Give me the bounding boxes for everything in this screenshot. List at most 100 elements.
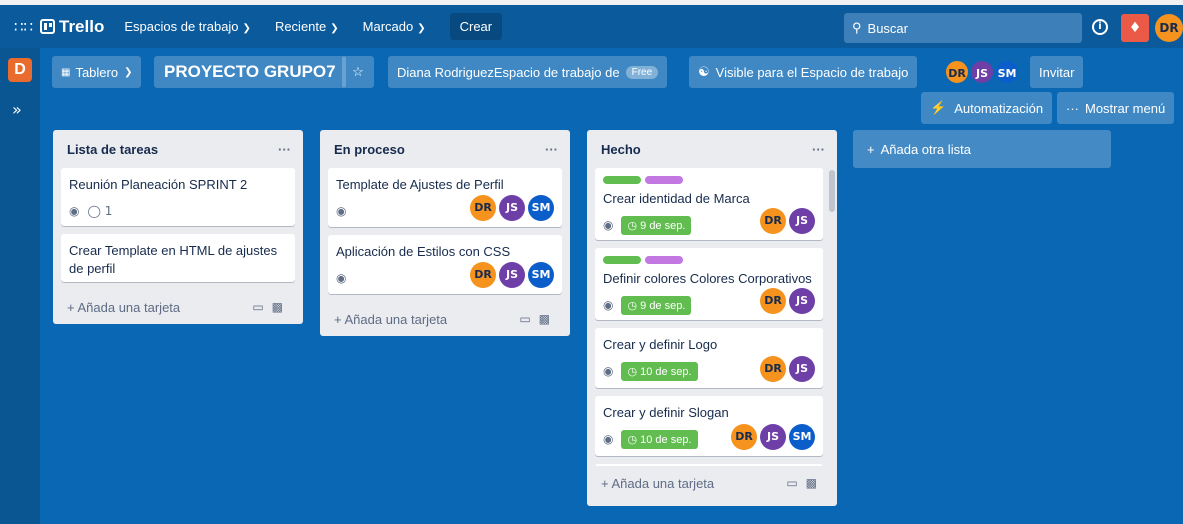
card[interactable]: Aplicación de Estilos con CSS ◉ DR JS SM	[328, 235, 562, 294]
nav-starred[interactable]: Marcado ❯	[363, 19, 426, 34]
nav-workspaces[interactable]: Espacios de trabajo ❯	[124, 19, 251, 34]
automation-button[interactable]: ⚡ Automatización	[921, 92, 1053, 124]
comment-count: 1	[104, 204, 113, 218]
trello-logo-icon	[40, 19, 55, 34]
board-member-avatar[interactable]: SM	[994, 59, 1020, 85]
board-title[interactable]: PROYECTO GRUPO7	[154, 56, 346, 88]
member-avatar[interactable]: DR	[760, 288, 786, 314]
list-header[interactable]: Lista de tareas ···	[53, 130, 303, 168]
member-avatar[interactable]: JS	[760, 424, 786, 450]
member-avatar[interactable]: DR	[470, 262, 496, 288]
card[interactable]: Template de Ajustes de Perfil ◉ DR JS SM	[328, 168, 562, 227]
member-avatar[interactable]: JS	[499, 262, 525, 288]
chevron-down-icon: ❯	[242, 23, 251, 34]
watching-eye-icon: ◉	[336, 204, 347, 218]
board-view-label: Tablero	[75, 64, 119, 80]
card-members: DR JS	[760, 356, 815, 382]
list-header[interactable]: En proceso ···	[320, 130, 570, 168]
member-avatar[interactable]: JS	[789, 208, 815, 234]
add-list-button[interactable]: + Añada otra lista	[853, 130, 1111, 168]
card-title: Reunión Planeación SPRINT 2	[69, 177, 248, 192]
due-date-badge[interactable]: ◷ 9 de sep.	[621, 295, 692, 315]
create-button[interactable]: Crear	[449, 13, 503, 40]
list-title[interactable]: Hecho	[601, 142, 641, 157]
plan-badge: Free	[625, 65, 659, 79]
card[interactable]: Crear identidad de Marca ◉ ◷ 9 de sep. D…	[595, 168, 823, 240]
member-avatar[interactable]: DR	[731, 424, 757, 450]
nav-starred-label: Marcado	[362, 19, 414, 34]
star-board-button[interactable]: ☆	[342, 56, 374, 88]
card-title: Crear y definir Logo	[603, 337, 718, 352]
info-icon[interactable]: i	[1092, 19, 1108, 35]
list-scrollbar[interactable]	[829, 170, 835, 212]
star-icon: ☆	[352, 64, 364, 79]
watching-eye-icon: ◉	[336, 271, 347, 285]
member-avatar[interactable]: SM	[528, 262, 554, 288]
card[interactable]: Crear y definir Slogan ◉ ◷ 10 de sep. DR…	[595, 396, 823, 456]
apps-grid-icon[interactable]: ∷∷	[14, 18, 40, 36]
add-card-button[interactable]: + Añada una tarjeta ▭▩	[53, 290, 303, 324]
board-member-avatar[interactable]: DR	[944, 59, 970, 85]
board-member-avatar[interactable]: JS	[969, 59, 995, 85]
add-card-button[interactable]: + Añada una tarjeta ▭▩	[320, 302, 570, 336]
member-avatar[interactable]: DR	[760, 356, 786, 382]
member-avatar[interactable]: SM	[528, 195, 554, 221]
list-menu-icon[interactable]: ···	[812, 142, 825, 157]
show-menu-button[interactable]: ··· Mostrar menú	[1057, 92, 1175, 124]
add-card-label: Añada una tarjeta	[344, 311, 448, 327]
show-menu-label: Mostrar menú	[1085, 100, 1166, 116]
list-menu-icon[interactable]: ···	[278, 142, 291, 157]
card[interactable]	[595, 464, 823, 466]
card-title: Definir colores Colores Corporativos	[603, 271, 812, 286]
nav-recent[interactable]: Reciente ❯	[275, 19, 339, 34]
card-members: DR JS	[760, 288, 815, 314]
card-template-icon[interactable]: ▭▩	[519, 312, 558, 326]
card-labels	[603, 256, 815, 264]
list-menu-icon[interactable]: ···	[545, 142, 558, 157]
list-cards-scroll: Crear identidad de Marca ◉ ◷ 9 de sep. D…	[587, 168, 831, 466]
card-template-icon[interactable]: ▭▩	[786, 476, 825, 490]
label-green[interactable]	[603, 176, 641, 184]
user-avatar[interactable]: DR	[1155, 14, 1183, 42]
workspace-button[interactable]: Diana RodriguezEspacio de trabajo de Fre…	[388, 56, 668, 88]
member-avatar[interactable]: DR	[470, 195, 496, 221]
label-purple[interactable]	[645, 256, 683, 264]
card[interactable]: Crear y definir Logo ◉ ◷ 10 de sep. DR J…	[595, 328, 823, 388]
member-avatar[interactable]: JS	[499, 195, 525, 221]
list-header[interactable]: Hecho ···	[587, 130, 837, 168]
label-purple[interactable]	[645, 176, 683, 184]
list-lista-de-tareas: Lista de tareas ··· Reunión Planeación S…	[53, 130, 303, 324]
card-members: DR JS SM	[470, 195, 554, 221]
invite-button[interactable]: Invitar	[1030, 56, 1084, 88]
expand-sidebar-icon[interactable]: »	[12, 100, 22, 119]
add-card-button[interactable]: + Añada una tarjeta ▭▩	[587, 466, 837, 500]
trello-logo[interactable]: Trello	[40, 17, 104, 37]
board-view-switcher[interactable]: ▦ Tablero ❯	[52, 56, 142, 88]
notifications-bell-icon[interactable]: ♦	[1121, 14, 1149, 42]
card[interactable]: Reunión Planeación SPRINT 2 ◉ ◯ 1	[61, 168, 295, 226]
trello-logo-text: Trello	[59, 16, 105, 36]
search-input[interactable]: ⚲ Buscar	[844, 13, 1082, 43]
list-title[interactable]: En proceso	[334, 142, 405, 157]
list-title[interactable]: Lista de tareas	[67, 142, 158, 157]
visibility-button[interactable]: ☯ Visible para el Espacio de trabajo	[689, 56, 918, 88]
member-avatar[interactable]: JS	[789, 288, 815, 314]
board-view-icon: ▦	[61, 66, 71, 78]
due-date-badge[interactable]: ◷ 9 de sep.	[621, 215, 692, 235]
clock-icon: ◷	[627, 365, 641, 378]
card[interactable]: Crear Template en HTML de ajustes de per…	[61, 234, 295, 282]
label-green[interactable]	[603, 256, 641, 264]
member-avatar[interactable]: SM	[789, 424, 815, 450]
add-card-label: Añada una tarjeta	[77, 299, 181, 315]
due-date-badge[interactable]: ◷ 10 de sep.	[621, 361, 698, 381]
plus-icon: +	[67, 299, 78, 315]
plus-icon: +	[867, 141, 875, 157]
list-hecho: Hecho ··· Crear identidad de Marca ◉ ◷ 9…	[587, 130, 837, 506]
due-date-badge[interactable]: ◷ 10 de sep.	[621, 429, 698, 449]
watching-eye-icon: ◉	[603, 218, 614, 232]
card[interactable]: Definir colores Colores Corporativos ◉ ◷…	[595, 248, 823, 320]
member-avatar[interactable]: DR	[760, 208, 786, 234]
member-avatar[interactable]: JS	[789, 356, 815, 382]
workspace-badge[interactable]: D	[8, 58, 32, 82]
card-template-icon[interactable]: ▭▩	[252, 300, 291, 314]
